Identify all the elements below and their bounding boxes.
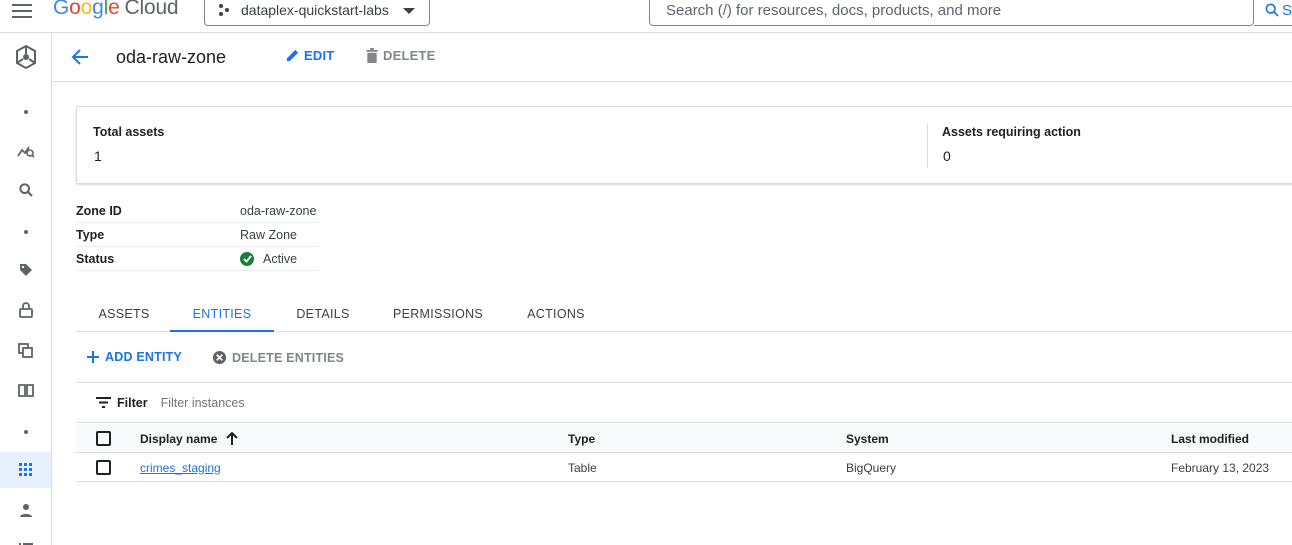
column-header-display-name[interactable]: Display name: [140, 424, 239, 453]
delete-entities-button[interactable]: DELETE ENTITIES: [212, 350, 344, 365]
more-icon[interactable]: [0, 414, 51, 450]
trash-icon: [366, 48, 378, 63]
column-header-label: Display name: [140, 431, 218, 446]
search-icon: [1265, 3, 1279, 17]
entity-name-cell: crimes_staging: [140, 453, 221, 482]
chevron-down-icon: [403, 8, 415, 14]
entity-system: BigQuery: [846, 460, 897, 475]
entity-type: Table: [568, 460, 597, 475]
column-header-system[interactable]: System: [846, 424, 889, 453]
logo-letter: o: [80, 0, 93, 19]
menu-icon[interactable]: [12, 0, 32, 18]
logo-cloud-text: Cloud: [124, 0, 179, 19]
grid-icon[interactable]: [0, 452, 51, 488]
left-rail: [0, 33, 52, 545]
person-icon[interactable]: [0, 492, 51, 528]
back-arrow-icon[interactable]: [70, 47, 90, 67]
tag-icon[interactable]: [0, 252, 51, 288]
page-header: oda-raw-zone EDIT DELETE: [52, 33, 1292, 82]
property-row: Zone ID oda-raw-zone: [76, 199, 319, 223]
filter-icon[interactable]: [96, 397, 111, 408]
tab-actions[interactable]: ACTIONS: [510, 296, 602, 332]
more-icon[interactable]: [0, 214, 51, 250]
dataplex-icon[interactable]: [0, 37, 51, 77]
filter-input[interactable]: [160, 395, 561, 410]
filter-label: Filter: [117, 395, 148, 410]
add-entity-label: ADD ENTITY: [105, 350, 182, 364]
assets-action-value: 0: [943, 148, 951, 164]
property-row: Status Active: [76, 247, 319, 271]
column-header-last-modified[interactable]: Last modified: [1171, 424, 1249, 453]
search-button-label: S: [1282, 1, 1292, 19]
status-text: Active: [263, 251, 298, 266]
logo-letter: G: [53, 0, 70, 19]
entity-actions: ADD ENTITY DELETE ENTITIES: [76, 333, 1292, 383]
search-input[interactable]: Search (/) for resources, docs, products…: [649, 0, 1254, 26]
property-key: Type: [76, 227, 105, 242]
pencil-icon: [286, 49, 299, 62]
property-key: Zone ID: [76, 203, 122, 218]
property-key: Status: [76, 251, 115, 266]
tab-entities[interactable]: ENTITIES: [170, 296, 274, 332]
assets-action-cell: Assets requiring action 0: [926, 107, 1081, 183]
project-icon: [219, 4, 229, 16]
delete-entities-label: DELETE ENTITIES: [232, 350, 345, 365]
row-select-cell: [96, 453, 111, 482]
project-name: dataplex-quickstart-labs: [241, 2, 389, 18]
search-placeholder: Search (/) for resources, docs, products…: [666, 1, 1002, 19]
total-assets-value: 1: [94, 148, 102, 164]
assets-action-label: Assets requiring action: [942, 125, 1081, 139]
list-icon[interactable]: [0, 531, 51, 545]
select-all-checkbox[interactable]: [96, 431, 111, 446]
project-picker[interactable]: dataplex-quickstart-labs: [204, 0, 430, 26]
entity-last-modified: February 13, 2023: [1171, 460, 1270, 475]
top-bar: Google Cloud dataplex-quickstart-labs Sea…: [0, 0, 1292, 33]
page-title: oda-raw-zone: [116, 47, 227, 67]
entity-link[interactable]: crimes_staging: [140, 461, 221, 475]
copy-icon[interactable]: [0, 332, 51, 368]
delete-label: DELETE: [383, 48, 436, 63]
tab-bar: ASSETS ENTITIES DETAILS PERMISSIONS ACTI…: [76, 296, 1292, 332]
select-all-cell: [96, 424, 111, 453]
plus-icon: [87, 351, 99, 363]
logo-letter: g: [92, 0, 104, 19]
add-entity-button[interactable]: ADD ENTITY: [86, 350, 182, 364]
lock-icon[interactable]: [0, 292, 51, 328]
book-icon[interactable]: [0, 372, 51, 408]
edit-label: EDIT: [304, 48, 335, 63]
status-value: Active: [240, 251, 298, 266]
property-value: oda-raw-zone: [240, 203, 317, 218]
property-value: Raw Zone: [240, 227, 297, 242]
delete-button[interactable]: DELETE: [365, 48, 435, 63]
table-row: crimes_staging Table BigQuery February 1…: [76, 453, 1292, 482]
more-icon[interactable]: [0, 94, 51, 130]
filter-bar: Filter: [76, 383, 1292, 423]
arrow-up-icon: [226, 432, 239, 445]
edit-button[interactable]: EDIT: [285, 48, 334, 63]
row-checkbox[interactable]: [96, 460, 111, 475]
summary-card: Total assets 1 Assets requiring action 0: [76, 106, 1292, 184]
cancel-icon: [212, 350, 227, 365]
tab-permissions[interactable]: PERMISSIONS: [378, 296, 498, 332]
search-button[interactable]: S: [1254, 0, 1292, 26]
search-icon[interactable]: [0, 172, 51, 208]
logo-letter: e: [108, 0, 120, 19]
entities-table: Display name Type System Last modified c…: [76, 424, 1292, 482]
logo-letter: o: [69, 0, 81, 19]
total-assets-label: Total assets: [93, 125, 165, 139]
total-assets-cell: Total assets 1: [77, 107, 164, 183]
analytics-icon[interactable]: [0, 133, 51, 169]
check-circle-icon: [240, 251, 254, 266]
google-cloud-logo[interactable]: Google Cloud: [53, 0, 179, 20]
column-header-type[interactable]: Type: [568, 424, 595, 453]
tab-assets[interactable]: ASSETS: [76, 296, 172, 332]
table-header: Display name Type System Last modified: [76, 424, 1292, 453]
property-row: Type Raw Zone: [76, 223, 319, 247]
tab-details[interactable]: DETAILS: [276, 296, 370, 332]
zone-properties: Zone ID oda-raw-zone Type Raw Zone Statu…: [76, 199, 319, 271]
